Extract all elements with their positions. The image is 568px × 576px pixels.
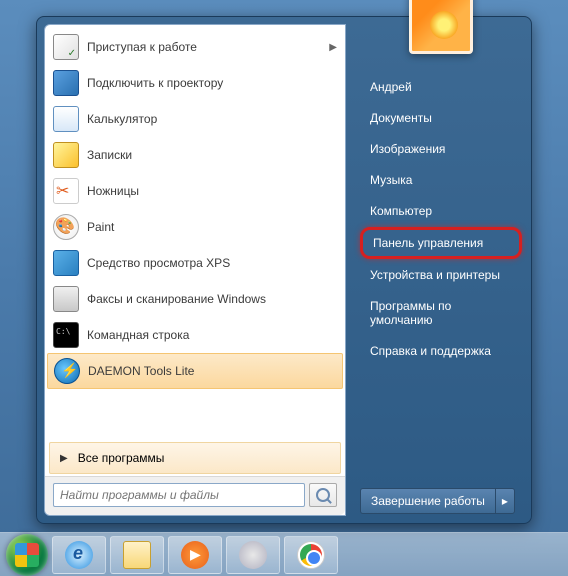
search-row [45,476,345,515]
programs-list: Приступая к работе ▶ Подключить к проектор… [45,25,345,440]
program-label: Приступая к работе [87,40,197,54]
taskbar-button[interactable] [284,536,338,574]
steam-icon [239,541,267,569]
all-programs[interactable]: ▶ Все программы [49,442,341,474]
chrome-icon [297,541,325,569]
program-label: DAEMON Tools Lite [88,364,194,378]
taskbar-button[interactable] [168,536,222,574]
program-label: Командная строка [87,328,189,342]
program-item[interactable]: Записки [47,137,343,173]
program-item[interactable]: Подключить к проектору [47,65,343,101]
taskbar-button[interactable] [52,536,106,574]
program-item[interactable]: Paint [47,209,343,245]
start-button[interactable] [6,534,48,576]
avatar-container [360,0,522,54]
program-label: Подключить к проектору [87,76,223,90]
program-label: Записки [87,148,132,162]
program-item[interactable]: Приступая к работе ▶ [47,29,343,65]
right-link-7[interactable]: Программы по умолчанию [360,291,522,335]
projector-icon [53,70,79,96]
program-item[interactable]: Командная строка [47,317,343,353]
program-item[interactable]: DAEMON Tools Lite [47,353,343,389]
chevron-right-icon: ▸ [502,494,508,508]
shutdown-label: Завершение работы [371,494,485,508]
program-item[interactable]: Калькулятор [47,101,343,137]
submenu-arrow-icon: ▶ [329,42,337,53]
wmp-icon [181,541,209,569]
shutdown-options-button[interactable]: ▸ [495,488,515,514]
program-label: Калькулятор [87,112,157,126]
program-item[interactable]: Средство просмотра XPS [47,245,343,281]
right-panel: АндрейДокументыИзображенияМузыкаКомпьюте… [346,18,530,522]
daemon-icon [54,358,80,384]
taskbar [0,532,568,576]
right-link-4[interactable]: Компьютер [360,196,522,226]
program-label: Ножницы [87,184,139,198]
right-link-0[interactable]: Андрей [360,72,522,102]
all-programs-label: Все программы [78,451,165,465]
shutdown-row: Завершение работы ▸ [360,488,522,514]
right-link-5[interactable]: Панель управления [360,227,522,259]
right-link-3[interactable]: Музыка [360,165,522,195]
ie-icon [65,541,93,569]
all-programs-arrow-icon: ▶ [60,453,68,464]
right-link-1[interactable]: Документы [360,103,522,133]
right-link-8[interactable]: Справка и поддержка [360,336,522,366]
program-label: Paint [87,220,114,234]
taskbar-button[interactable] [110,536,164,574]
xps-icon [53,250,79,276]
right-links: АндрейДокументыИзображенияМузыкаКомпьюте… [360,62,522,480]
program-item[interactable]: Факсы и сканирование Windows [47,281,343,317]
right-link-2[interactable]: Изображения [360,134,522,164]
search-button[interactable] [309,483,337,507]
user-avatar[interactable] [409,0,473,54]
start-menu: Приступая к работе ▶ Подключить к проектор… [36,16,532,524]
notes-icon [53,142,79,168]
search-input[interactable] [53,483,305,507]
checklist-icon [53,34,79,60]
shutdown-button[interactable]: Завершение работы [360,488,495,514]
left-panel: Приступая к работе ▶ Подключить к проектор… [44,24,346,516]
calc-icon [53,106,79,132]
program-label: Средство просмотра XPS [87,256,230,270]
paint-icon [53,214,79,240]
explorer-icon [123,541,151,569]
program-label: Факсы и сканирование Windows [87,292,266,306]
search-icon [316,488,330,502]
cmd-icon [53,322,79,348]
right-link-6[interactable]: Устройства и принтеры [360,260,522,290]
program-item[interactable]: Ножницы [47,173,343,209]
fax-icon [53,286,79,312]
taskbar-button[interactable] [226,536,280,574]
snip-icon [53,178,79,204]
